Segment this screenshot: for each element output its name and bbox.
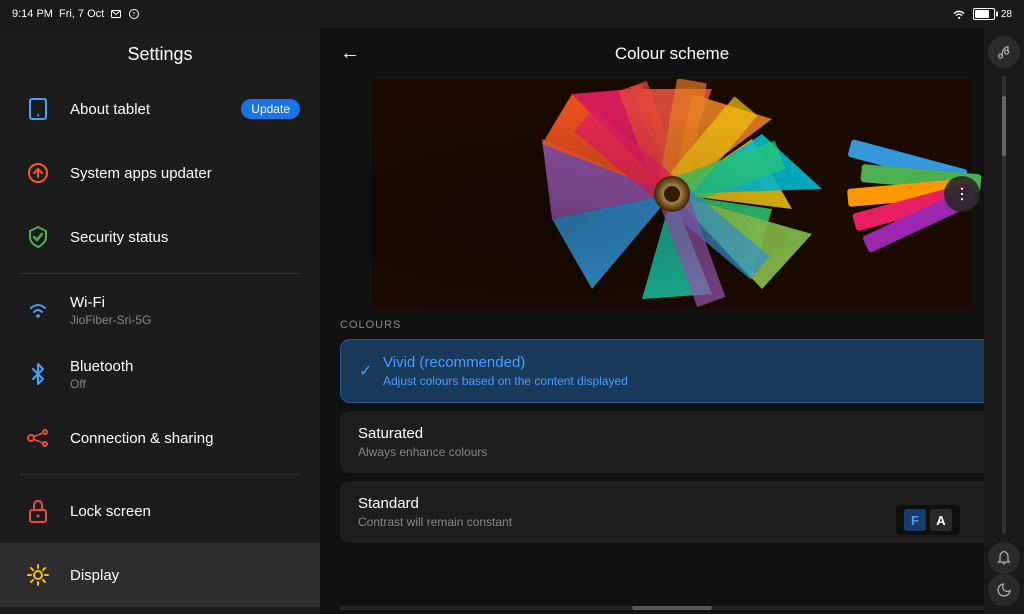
lock-icon xyxy=(20,493,56,529)
saturated-subtitle: Always enhance colours xyxy=(358,445,986,459)
sidebar-item-text-about: About tablet xyxy=(70,101,241,118)
about-tablet-label: About tablet xyxy=(70,101,241,118)
main-content: Settings About tablet Update System apps… xyxy=(0,28,1024,614)
right-panel: ← Colour scheme xyxy=(320,28,1024,614)
colour-scheme-image xyxy=(340,79,1004,309)
wifi-menu-icon xyxy=(20,292,56,328)
wifi-label: Wi-Fi xyxy=(70,294,300,311)
system-update-icon xyxy=(20,155,56,191)
notification-icon-2 xyxy=(128,8,140,20)
colour-option-standard[interactable]: Standard Contrast will remain constant F… xyxy=(340,481,1004,543)
sidebar-item-connection[interactable]: Connection & sharing xyxy=(0,406,320,470)
sidebar-item-about-tablet[interactable]: About tablet Update xyxy=(0,77,320,141)
moon-scroll-icon[interactable] xyxy=(988,574,1020,606)
display-label: Display xyxy=(70,567,300,584)
security-status-label: Security status xyxy=(70,229,300,246)
sidebar-item-system-apps[interactable]: System apps updater xyxy=(0,141,320,205)
check-icon: ✓ xyxy=(359,361,372,381)
back-button[interactable]: ← xyxy=(340,42,360,65)
music-scroll-icon[interactable] xyxy=(988,36,1020,68)
panel-title: Colour scheme xyxy=(380,44,964,64)
sidebar-item-text-display: Display xyxy=(70,567,300,584)
sidebar-item-bluetooth[interactable]: Bluetooth Off xyxy=(0,342,320,406)
sidebar-item-lockscreen[interactable]: Lock screen xyxy=(0,479,320,543)
colour-option-vivid[interactable]: ✓ Vivid (recommended) Adjust colours bas… xyxy=(340,339,1004,403)
bottom-scrollbar xyxy=(340,606,1004,610)
saturated-title: Saturated xyxy=(358,425,986,442)
sidebar-item-security[interactable]: Security status xyxy=(0,205,320,269)
sidebar-item-text-security: Security status xyxy=(70,229,300,246)
status-bar: 9:14 PM Fri, 7 Oct 28 xyxy=(0,0,1024,28)
status-bar-right: 28 xyxy=(951,8,1012,20)
sidebar-item-display[interactable]: Display xyxy=(0,543,320,607)
display-sun-icon xyxy=(20,557,56,593)
connection-icon xyxy=(20,420,56,456)
sidebar-item-text-lockscreen: Lock screen xyxy=(70,503,300,520)
system-apps-label: System apps updater xyxy=(70,165,300,182)
watermark: F A xyxy=(896,505,960,535)
colour-option-saturated[interactable]: Saturated Always enhance colours xyxy=(340,411,1004,473)
bell-scroll-icon[interactable] xyxy=(988,542,1020,574)
bluetooth-label: Bluetooth xyxy=(70,358,300,375)
time: 9:14 PM xyxy=(12,8,53,20)
watermark-f: F xyxy=(904,509,926,531)
lockscreen-label: Lock screen xyxy=(70,503,300,520)
bottom-scrollbar-thumb xyxy=(632,606,712,610)
colours-section: COLOURS ✓ Vivid (recommended) Adjust col… xyxy=(320,319,1024,602)
divider-1 xyxy=(20,273,300,274)
date: Fri, 7 Oct xyxy=(59,8,104,20)
connection-label: Connection & sharing xyxy=(70,430,300,447)
scroll-thumb xyxy=(1002,96,1006,156)
sidebar: Settings About tablet Update System apps… xyxy=(0,28,320,614)
colours-label: COLOURS xyxy=(340,319,1004,331)
sidebar-item-wifi[interactable]: Wi-Fi JioFiber-Sri-5G xyxy=(0,278,320,342)
tablet-icon xyxy=(20,91,56,127)
pencil-illustration xyxy=(340,79,1004,309)
more-options-button[interactable] xyxy=(944,176,980,212)
vivid-title: Vivid (recommended) xyxy=(383,354,985,371)
battery-indicator: 28 xyxy=(973,8,1012,20)
standard-title: Standard xyxy=(358,495,986,512)
shield-icon xyxy=(20,219,56,255)
sidebar-item-text-bluetooth: Bluetooth Off xyxy=(70,358,300,391)
status-bar-left: 9:14 PM Fri, 7 Oct xyxy=(12,8,140,20)
standard-subtitle: Contrast will remain constant xyxy=(358,515,986,529)
notification-icon-1 xyxy=(110,8,122,20)
wifi-icon xyxy=(951,8,967,20)
divider-2 xyxy=(20,474,300,475)
battery-level: 28 xyxy=(1001,9,1012,20)
vivid-subtitle: Adjust colours based on the content disp… xyxy=(383,374,985,388)
right-header: ← Colour scheme xyxy=(320,28,1024,79)
bluetooth-status: Off xyxy=(70,377,300,391)
sidebar-title: Settings xyxy=(0,28,320,77)
right-scrollbar xyxy=(984,28,1024,614)
sidebar-item-text-wifi: Wi-Fi JioFiber-Sri-5G xyxy=(70,294,300,327)
sidebar-item-text-connection: Connection & sharing xyxy=(70,430,300,447)
update-badge: Update xyxy=(241,99,300,119)
watermark-a: A xyxy=(930,509,952,531)
bluetooth-icon xyxy=(20,356,56,392)
wifi-network-name: JioFiber-Sri-5G xyxy=(70,313,300,327)
sidebar-item-text-system: System apps updater xyxy=(70,165,300,182)
scroll-track xyxy=(1002,76,1006,534)
